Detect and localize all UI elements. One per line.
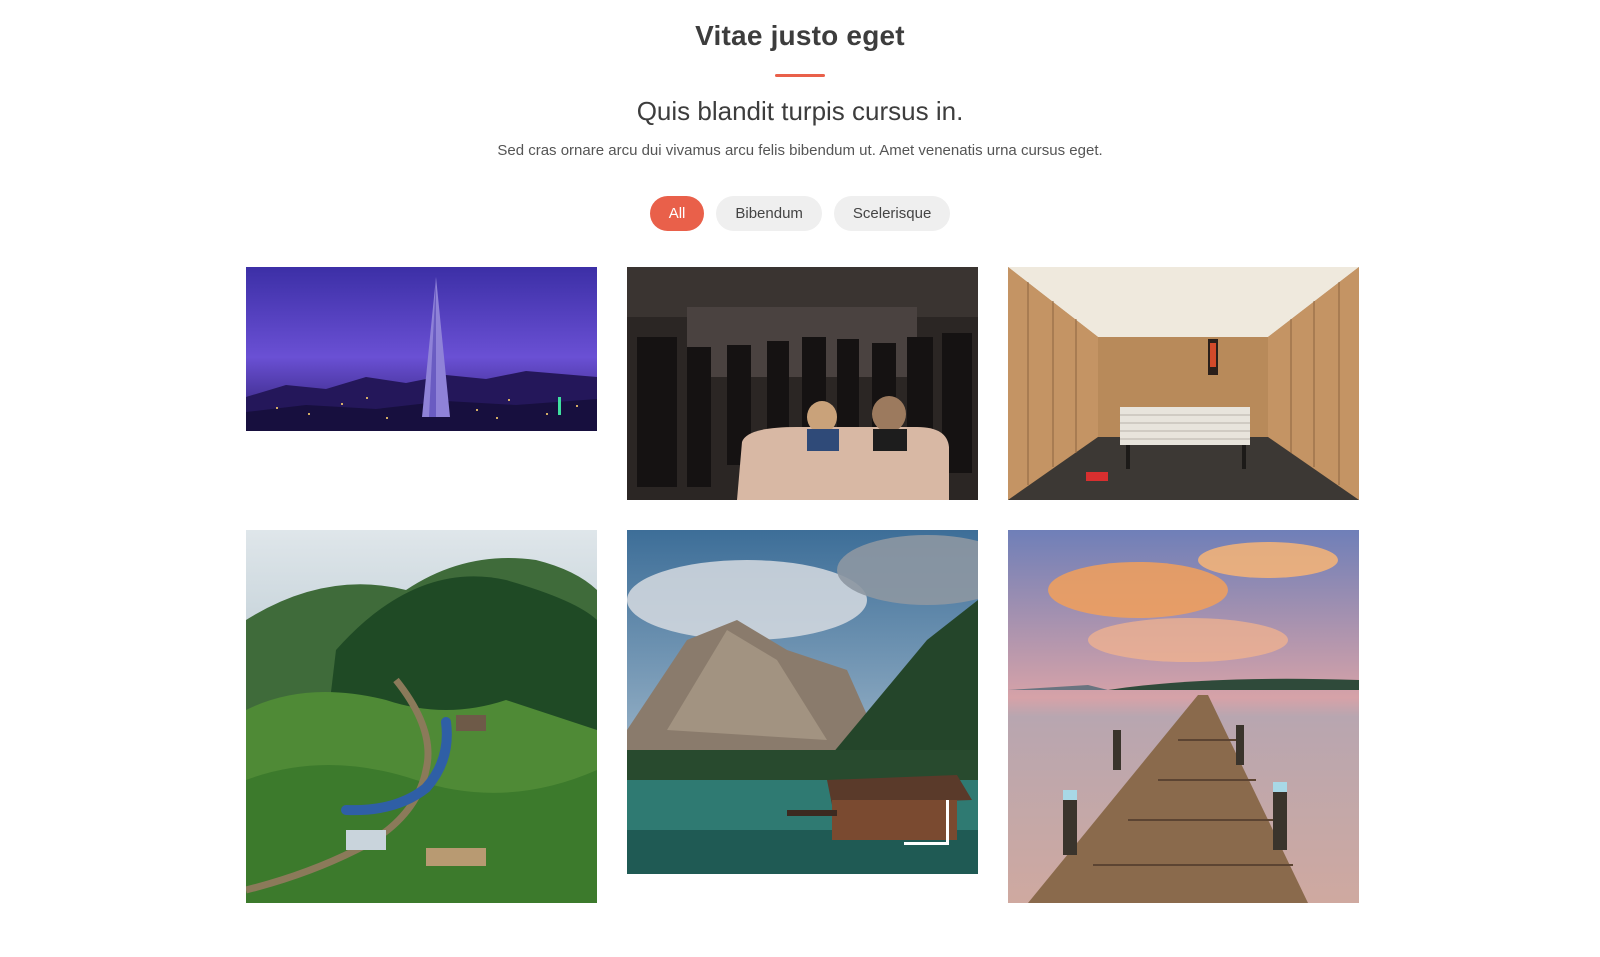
portfolio-item-city-night[interactable] bbox=[246, 267, 597, 431]
portfolio-item-train-valley[interactable] bbox=[246, 530, 597, 903]
corner-overlay-icon bbox=[904, 800, 949, 845]
filter-scelerisque-button[interactable]: Scelerisque bbox=[833, 196, 951, 231]
filter-all-button[interactable]: All bbox=[649, 196, 705, 231]
filter-bibendum-button[interactable]: Bibendum bbox=[716, 196, 822, 231]
portfolio-item-mountain-lake[interactable] bbox=[627, 530, 978, 874]
pier-sunset-image bbox=[1008, 530, 1359, 903]
portfolio-filters: All Bibendum Scelerisque bbox=[0, 196, 1600, 231]
section-title: Vitae justo eget bbox=[695, 20, 905, 51]
title-underline bbox=[775, 74, 825, 77]
section-description: Sed cras ornare arcu dui vivamus arcu fe… bbox=[497, 142, 1103, 159]
locker-room-image bbox=[1008, 267, 1359, 500]
portfolio-item-pier-sunset[interactable] bbox=[1008, 530, 1359, 903]
event-image bbox=[627, 267, 978, 500]
section-subtitle: Quis blandit turpis cursus in. bbox=[636, 96, 964, 126]
portfolio-item-event[interactable] bbox=[627, 267, 978, 500]
city-night-image bbox=[246, 267, 597, 431]
portfolio-item-locker-room[interactable] bbox=[1008, 267, 1359, 500]
train-valley-image bbox=[246, 530, 597, 903]
